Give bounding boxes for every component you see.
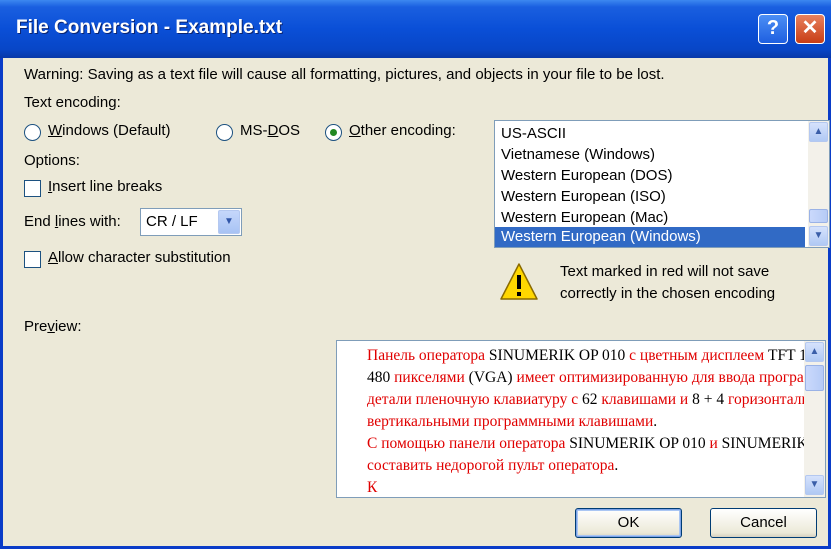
preview-line: С помощью панели оператора SINUMERIK OP … [367, 433, 825, 455]
allow-substitution-label[interactable]: Allow character substitution [48, 249, 231, 266]
list-item[interactable]: US-ASCII [495, 124, 805, 145]
radio-windows-default-label[interactable]: Windows (Default) [48, 122, 171, 139]
preview-line: детали пленочную клавиатуру с 62 клавиша… [367, 389, 825, 411]
file-conversion-dialog: File Conversion - Example.txt ? ✕ Warnin… [0, 0, 831, 549]
end-lines-label: End lines with: [24, 213, 121, 230]
cancel-button[interactable]: Cancel [710, 508, 817, 538]
preview-line: 480 пикселями (VGA) имеет оптимизированн… [367, 367, 825, 389]
unsupported-text-segment: имеет оптимизированную для ввода програм… [516, 369, 825, 386]
options-label: Options: [24, 152, 80, 169]
warning-note-line2: correctly in the chosen encoding [560, 285, 776, 302]
radio-windows-default[interactable] [24, 124, 41, 141]
preview-line: К [367, 477, 803, 497]
encoding-listbox[interactable]: US-ASCII Vietnamese (Windows) Western Eu… [494, 120, 830, 248]
supported-text-segment: 480 [367, 369, 395, 386]
supported-text-segment: SINUMERIK OP 010 [488, 347, 630, 364]
supported-text-segment: (VGA) [468, 369, 517, 386]
supported-text-segment: SINUMERIK OP 010 [569, 435, 710, 452]
preview-line: составить недорогой пульт оператора. [367, 455, 803, 477]
unsupported-text-segment: К [367, 479, 378, 496]
unsupported-text-segment: С помощью панели оператора [367, 435, 570, 452]
allow-substitution-checkbox[interactable] [24, 251, 41, 268]
unsupported-text-segment: с цветным дисплеем [629, 347, 768, 364]
warning-message: Warning: Saving as a text file will caus… [24, 66, 665, 83]
preview-pane[interactable]: Панель оператора SINUMERIK OP 010 с цвет… [336, 340, 826, 498]
scroll-down-icon[interactable]: ▼ [805, 475, 824, 495]
warning-note-line1: Text marked in red will not save [560, 263, 770, 280]
radio-other-encoding-label[interactable]: Other encoding: [349, 122, 456, 139]
warning-icon [500, 263, 538, 300]
radio-ms-dos[interactable] [216, 124, 233, 141]
unsupported-text-segment: детали пленочную клавиатуру с [367, 391, 582, 408]
list-item[interactable]: Western European (DOS) [495, 166, 805, 187]
supported-text-segment: 8 + 4 [692, 391, 728, 408]
unsupported-text-segment: составить недорогой пульт оператора [367, 457, 615, 474]
unsupported-text-segment: клавишами и [601, 391, 693, 408]
radio-ms-dos-label[interactable]: MS-DOS [240, 122, 300, 139]
text-encoding-label: Text encoding: [24, 94, 121, 111]
list-item[interactable]: Vietnamese (Windows) [495, 145, 805, 166]
ok-button[interactable]: OK [575, 508, 682, 538]
radio-other-encoding[interactable] [325, 124, 342, 141]
preview-text: Панель оператора SINUMERIK OP 010 с цвет… [367, 345, 825, 497]
preview-line: вертикальными программными клавишами. [367, 411, 803, 433]
dialog-title: File Conversion - Example.txt [16, 17, 283, 38]
end-lines-value: CR / LF [146, 213, 198, 230]
supported-text-segment: . [653, 413, 658, 430]
close-button[interactable]: ✕ [795, 14, 825, 44]
scroll-thumb[interactable] [809, 209, 828, 223]
insert-line-breaks-label[interactable]: Insert line breaks [48, 178, 162, 195]
help-button[interactable]: ? [758, 14, 788, 44]
unsupported-text-segment: Панель оператора [367, 347, 489, 364]
supported-text-segment: . [614, 457, 619, 474]
end-lines-select[interactable]: CR / LF ▼ [140, 208, 242, 236]
scroll-thumb[interactable] [805, 365, 824, 391]
preview-scrollbar[interactable]: ▲ ▼ [804, 341, 825, 497]
supported-text-segment: 62 [581, 391, 602, 408]
chevron-down-icon[interactable]: ▼ [218, 210, 240, 234]
list-item-selected[interactable]: Western European (Windows) [495, 227, 805, 247]
title-bar[interactable]: File Conversion - Example.txt ? ✕ [0, 0, 831, 58]
list-item[interactable]: Western European (ISO) [495, 187, 805, 208]
unsupported-text-segment: и [709, 435, 722, 452]
scroll-down-icon[interactable]: ▼ [809, 226, 828, 246]
unsupported-text-segment: пикселями [394, 369, 469, 386]
preview-line: Панель оператора SINUMERIK OP 010 с цвет… [367, 345, 825, 367]
preview-label: Preview: [24, 318, 82, 335]
unsupported-text-segment: вертикальными программными клавишами [367, 413, 654, 430]
scroll-up-icon[interactable]: ▲ [809, 122, 828, 142]
encoding-list-scrollbar[interactable]: ▲ ▼ [808, 121, 829, 247]
scroll-up-icon[interactable]: ▲ [805, 342, 824, 362]
insert-line-breaks-checkbox[interactable] [24, 180, 41, 197]
list-item[interactable]: Western European (Mac) [495, 208, 805, 229]
